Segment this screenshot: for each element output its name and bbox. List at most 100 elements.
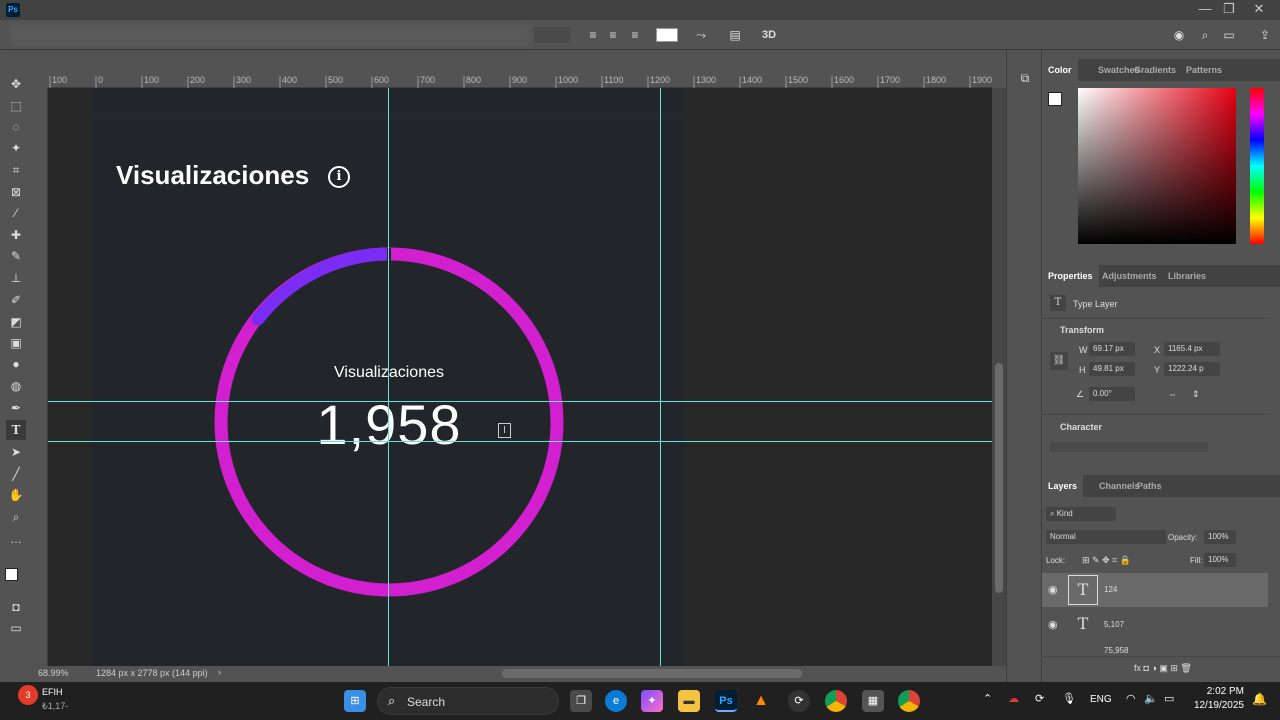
transform-label[interactable]: Transform — [1060, 325, 1104, 335]
opacity-field[interactable]: 100% — [1204, 530, 1236, 544]
height-field[interactable]: 49.81 px — [1089, 362, 1135, 376]
zoom-tool-icon[interactable]: ⌕ — [6, 507, 26, 527]
hand-tool-icon[interactable]: ✋ — [6, 485, 26, 505]
copilot-icon[interactable]: ✦ — [641, 690, 663, 712]
layer-actions-icons[interactable]: fx ◘ ◑ ▣ ⊞ 🗑 — [1134, 663, 1192, 674]
tray-sync-icon[interactable]: ⟳ — [1035, 692, 1044, 705]
layer-row[interactable]: 75,958 — [1042, 644, 1268, 654]
restore-button[interactable]: ❐ — [1214, 0, 1244, 20]
export-icon[interactable]: ⇪ — [1256, 26, 1274, 44]
horizontal-guide[interactable] — [48, 401, 992, 402]
task-view-icon[interactable]: ❐ — [570, 690, 592, 712]
tab-layers[interactable]: Layers — [1042, 475, 1084, 497]
workspace-icon[interactable]: ▭ — [1220, 26, 1238, 44]
lasso-tool-icon[interactable]: ◌ — [6, 117, 26, 137]
tab-patterns[interactable]: Patterns — [1180, 59, 1228, 81]
vertical-guide[interactable] — [660, 88, 661, 666]
windows-start-icon[interactable]: ⊞ — [344, 690, 366, 712]
gradient-tool-icon[interactable]: ▣ — [6, 333, 26, 353]
align-right-icon[interactable]: ≡ — [626, 26, 644, 44]
history-panel-icon[interactable]: ⧉ — [1015, 68, 1035, 88]
history-brush-tool-icon[interactable]: ✐ — [6, 290, 26, 310]
clock-date[interactable]: 12/19/2025 — [1178, 700, 1244, 711]
app-icon[interactable]: ⟳ — [788, 690, 810, 712]
tray-chevron-icon[interactable]: ⌃ — [983, 692, 992, 705]
color-picker-field[interactable] — [1078, 88, 1236, 244]
layer-name[interactable]: 5,107 — [1104, 620, 1124, 629]
battery-icon[interactable]: ▭ — [1164, 692, 1174, 705]
layer-filter-dropdown[interactable]: ⌕ Kind — [1046, 507, 1116, 521]
status-chevron-icon[interactable]: › — [218, 667, 221, 677]
marquee-tool-icon[interactable]: ⬚ — [6, 96, 26, 116]
crop-tool-icon[interactable]: ⌗ — [6, 160, 26, 180]
lock-pixels-icon[interactable]: ⊞ ✎ ✥ ⌗ 🔒 — [1082, 555, 1131, 566]
character-panel-icon[interactable]: ▤ — [726, 26, 744, 44]
move-tool-icon[interactable]: ✥ — [6, 74, 26, 94]
vlc-icon[interactable]: ▲ — [750, 690, 772, 712]
y-field[interactable]: 1222.24 p — [1164, 362, 1220, 376]
color-foreground-swatch[interactable] — [1048, 92, 1062, 106]
flip-horizontal-icon[interactable]: ⇔ — [1168, 389, 1177, 399]
more-tools-icon[interactable]: … — [6, 529, 26, 549]
blur-tool-icon[interactable]: ● — [6, 354, 26, 374]
photoshop-taskbar-icon[interactable]: Ps — [715, 690, 737, 712]
magic-wand-tool-icon[interactable]: ✦ — [6, 138, 26, 158]
align-center-icon[interactable]: ≡ — [604, 26, 622, 44]
pen-tool-icon[interactable]: ✒ — [6, 398, 26, 418]
tab-gradients[interactable]: Gradients — [1128, 59, 1182, 81]
close-button[interactable]: ✕ — [1244, 0, 1274, 20]
x-field[interactable]: 1165.4 px — [1164, 342, 1220, 356]
flip-vertical-icon[interactable]: ⇕ — [1192, 389, 1200, 400]
notifications-icon[interactable]: 🔔 — [1252, 692, 1267, 706]
volume-icon[interactable]: 🔈 — [1144, 692, 1158, 705]
stock-ticker[interactable]: EFIH — [42, 687, 63, 697]
screen-mode-icon[interactable]: ▭ — [6, 618, 26, 638]
frame-tool-icon[interactable]: ⊠ — [6, 182, 26, 202]
scrollbar-thumb[interactable] — [995, 363, 1003, 593]
file-explorer-icon[interactable]: ▬ — [678, 690, 700, 712]
chrome-profile-icon[interactable] — [898, 690, 920, 712]
share-icon[interactable]: ◉ — [1170, 26, 1188, 44]
calculator-icon[interactable]: ▦ — [862, 690, 884, 712]
visibility-eye-icon[interactable]: ◉ — [1048, 618, 1058, 631]
blend-mode-dropdown[interactable]: Normal — [1046, 530, 1166, 544]
layer-name[interactable]: 124 — [1104, 585, 1117, 594]
healing-tool-icon[interactable]: ✚ — [6, 225, 26, 245]
language-indicator[interactable]: ENG — [1090, 694, 1112, 705]
warp-text-icon[interactable]: ⤳ — [692, 26, 710, 44]
dodge-tool-icon[interactable]: ◍ — [6, 376, 26, 396]
line-tool-icon[interactable]: ╱ — [6, 464, 26, 484]
tab-properties[interactable]: Properties — [1042, 265, 1099, 287]
character-label[interactable]: Character — [1060, 422, 1102, 432]
width-field[interactable]: 69.17 px — [1089, 342, 1135, 356]
fill-field[interactable]: 100% — [1204, 553, 1236, 567]
layer-row[interactable]: ◉ T 124 — [1042, 573, 1268, 607]
tab-paths[interactable]: Paths — [1131, 475, 1168, 497]
path-selection-tool-icon[interactable]: ➤ — [6, 442, 26, 462]
brush-tool-icon[interactable]: ✎ — [6, 246, 26, 266]
tab-color[interactable]: Color — [1042, 59, 1078, 81]
3d-icon[interactable]: 3D — [760, 26, 778, 44]
text-color-swatch[interactable] — [656, 28, 678, 42]
angle-field[interactable]: 0.00° — [1089, 387, 1135, 401]
microphone-icon[interactable]: 🎙 — [1062, 692, 1076, 705]
eyedropper-tool-icon[interactable]: ⁄ — [6, 203, 26, 223]
font-family-dropdown[interactable] — [1050, 442, 1208, 452]
type-tool-icon[interactable]: T — [6, 420, 26, 440]
horizontal-scrollbar-thumb[interactable] — [502, 669, 802, 678]
eraser-tool-icon[interactable]: ◩ — [6, 312, 26, 332]
visibility-eye-icon[interactable]: ◉ — [1048, 583, 1058, 596]
font-size-dropdown[interactable] — [534, 27, 570, 43]
tab-adjustments[interactable]: Adjustments — [1096, 265, 1163, 287]
zoom-level[interactable]: 68.99% — [38, 668, 69, 678]
hue-slider[interactable] — [1250, 88, 1264, 244]
layer-name[interactable]: 75,958 — [1104, 646, 1128, 654]
edge-icon[interactable]: e — [605, 690, 627, 712]
tray-app-icon[interactable]: ☁ — [1008, 692, 1019, 705]
taskbar-search[interactable]: ⌕ Search — [377, 687, 559, 715]
align-left-icon[interactable]: ≡ — [584, 26, 602, 44]
chrome-icon[interactable] — [825, 690, 847, 712]
search-icon[interactable]: ⌕ — [1196, 26, 1214, 44]
widget-badge-icon[interactable]: 3 — [18, 685, 38, 705]
quick-mask-icon[interactable]: ◘ — [6, 597, 26, 617]
